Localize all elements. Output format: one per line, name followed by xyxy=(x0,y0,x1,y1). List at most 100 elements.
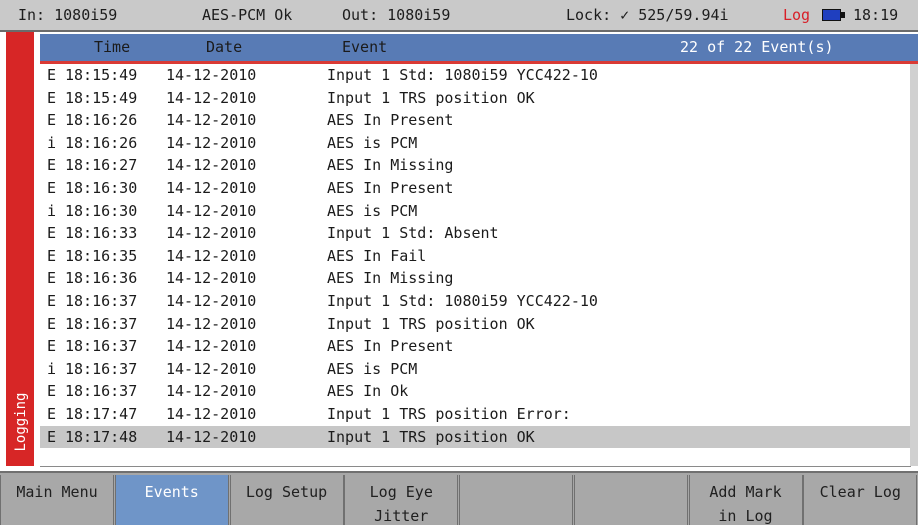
log-time: 18:17:47 xyxy=(65,405,138,423)
log-row[interactable]: E 18:16:30 14-12-2010 AES In Present xyxy=(40,177,910,200)
log-event: Input 1 Std: Absent xyxy=(327,224,499,243)
lock-status: Lock: ✓ 525/59.94i xyxy=(566,6,729,24)
log-date: 14-12-2010 xyxy=(166,88,257,107)
log-time: 18:16:37 xyxy=(65,382,138,401)
column-header-date: Date xyxy=(206,38,243,56)
log-event: AES In Present xyxy=(327,179,454,197)
log-time: 18:15:49 xyxy=(65,66,138,84)
log-time: 18:16:26 xyxy=(65,133,138,152)
log-row[interactable]: E 18:16:37 14-12-2010 Input 1 Std: 1080i59 … xyxy=(40,290,910,313)
softkey-label-line1: Log Setup xyxy=(245,483,328,501)
softkey-label-line1: Events xyxy=(144,483,199,501)
log-event: AES In Fail xyxy=(327,246,427,265)
scrollbar[interactable] xyxy=(910,64,918,466)
log-event: Input 1 TRS position OK xyxy=(327,314,535,333)
main-menu-button[interactable]: Main Menu xyxy=(0,475,114,525)
log-row[interactable]: E 18:15:49 14-12-2010 Input 1 TRS position … xyxy=(40,87,910,110)
log-time: 18:16:37 xyxy=(65,337,138,356)
log-type: E xyxy=(47,405,57,423)
log-row[interactable]: E 18:16:33 14-12-2010 Input 1 Std: Absent xyxy=(40,222,910,245)
log-date: 14-12-2010 xyxy=(166,66,257,84)
log-type: E xyxy=(47,292,57,310)
log-row[interactable]: E 18:15:49 14-12-2010 Input 1 Std: 1080i59 … xyxy=(40,64,910,87)
log-date: 14-12-2010 xyxy=(166,246,257,265)
status-bar: In: 1080i59 AES-PCM Ok Out: 1080i59 Lock… xyxy=(0,0,918,32)
log-date: 14-12-2010 xyxy=(166,111,257,130)
log-row[interactable]: E 18:16:37 14-12-2010 AES In Ok xyxy=(40,380,910,403)
log-time: 18:16:30 xyxy=(65,201,138,220)
log-date: 14-12-2010 xyxy=(166,292,257,310)
log-date: 14-12-2010 xyxy=(166,224,257,243)
column-header-time: Time xyxy=(94,38,131,56)
log-date: 14-12-2010 xyxy=(166,382,257,401)
softkey-label-line1: Log Eye xyxy=(369,483,433,501)
log-indicator: Log xyxy=(783,6,811,24)
log-eye-jitter-button[interactable]: Log Eye Jitter xyxy=(344,475,459,525)
log-row[interactable]: E 18:17:47 14-12-2010 Input 1 TRS position … xyxy=(40,403,910,426)
log-row[interactable]: E 18:17:48 14-12-2010 Input 1 TRS position … xyxy=(40,425,910,449)
waveform-monitor-screen: In: 1080i59 AES-PCM Ok Out: 1080i59 Lock… xyxy=(0,0,918,525)
log-type: E xyxy=(47,111,57,130)
log-date: 14-12-2010 xyxy=(166,337,257,356)
blank-softkey-6[interactable] xyxy=(573,475,688,525)
log-type: i xyxy=(47,359,57,378)
log-event: Input 1 TRS position OK xyxy=(327,427,535,446)
battery-body xyxy=(822,9,841,21)
log-type: E xyxy=(47,66,57,84)
log-row[interactable]: E 18:16:37 14-12-2010 Input 1 TRS position … xyxy=(40,313,910,336)
log-date: 14-12-2010 xyxy=(166,201,257,220)
log-event: AES In Present xyxy=(327,111,454,130)
log-time: 18:15:49 xyxy=(65,88,138,107)
log-date: 14-12-2010 xyxy=(166,314,257,333)
event-table-header: Time Date Event 22 of 22 Event(s) xyxy=(40,34,918,64)
log-time: 18:16:30 xyxy=(65,179,138,197)
log-date: 14-12-2010 xyxy=(166,179,257,197)
blank-softkey-5[interactable] xyxy=(459,475,573,525)
events-button[interactable]: Events xyxy=(114,475,229,525)
log-event: AES In Present xyxy=(327,337,454,356)
log-row[interactable]: E 18:16:36 14-12-2010 AES In Missing xyxy=(40,267,910,290)
log-time: 18:16:36 xyxy=(65,269,138,288)
output-status: Out: 1080i59 xyxy=(342,6,451,24)
log-time: 18:16:37 xyxy=(65,359,138,378)
log-event: AES In Missing xyxy=(327,156,454,175)
log-time: 18:16:37 xyxy=(65,314,138,333)
log-time: 18:16:33 xyxy=(65,224,138,243)
log-date: 14-12-2010 xyxy=(166,156,257,175)
log-event: AES is PCM xyxy=(327,133,418,152)
clear-log-button[interactable]: Clear Log xyxy=(803,475,918,525)
log-type: E xyxy=(47,314,57,333)
log-event: Input 1 Std: 1080i59 YCC422-10 xyxy=(327,292,598,310)
log-date: 14-12-2010 xyxy=(166,427,257,446)
log-row[interactable]: i 18:16:30 14-12-2010 AES is PCM xyxy=(40,200,910,223)
clock: 18:19 xyxy=(853,6,899,24)
input-status: In: 1080i59 xyxy=(18,6,118,24)
event-log-list[interactable]: E 18:15:49 14-12-2010 Input 1 Std: 1080i59 … xyxy=(40,64,911,467)
log-type: E xyxy=(47,224,57,243)
log-type: E xyxy=(47,156,57,175)
add-mark-button[interactable]: Add Mark in Log xyxy=(688,475,803,525)
log-row[interactable]: E 18:16:35 14-12-2010 AES In Fail xyxy=(40,245,910,268)
log-date: 14-12-2010 xyxy=(166,133,257,152)
log-type: i xyxy=(47,201,57,220)
log-setup-button[interactable]: Log Setup xyxy=(229,475,344,525)
log-type: E xyxy=(47,337,57,356)
log-event: Input 1 TRS position OK xyxy=(327,88,535,107)
log-time: 18:16:37 xyxy=(65,292,138,310)
log-row[interactable]: E 18:16:37 14-12-2010 AES In Present xyxy=(40,335,910,358)
log-row[interactable]: E 18:16:26 14-12-2010 AES In Present xyxy=(40,109,910,132)
battery-tip xyxy=(841,12,845,18)
event-count: 22 of 22 Event(s) xyxy=(680,38,834,56)
battery-icon xyxy=(822,9,846,21)
log-row[interactable]: E 18:16:27 14-12-2010 AES In Missing xyxy=(40,154,910,177)
log-row[interactable]: i 18:16:26 14-12-2010 AES is PCM xyxy=(40,132,910,155)
log-date: 14-12-2010 xyxy=(166,359,257,378)
log-date: 14-12-2010 xyxy=(166,269,257,288)
softkey-label-line2: in Log xyxy=(718,507,773,525)
softkey-label-line1: Main Menu xyxy=(16,483,98,501)
log-time: 18:16:26 xyxy=(65,111,138,130)
log-event: AES is PCM xyxy=(327,359,418,378)
log-event: Input 1 TRS position Error: xyxy=(327,405,571,423)
log-event: AES In Missing xyxy=(327,269,454,288)
log-row[interactable]: i 18:16:37 14-12-2010 AES is PCM xyxy=(40,358,910,381)
